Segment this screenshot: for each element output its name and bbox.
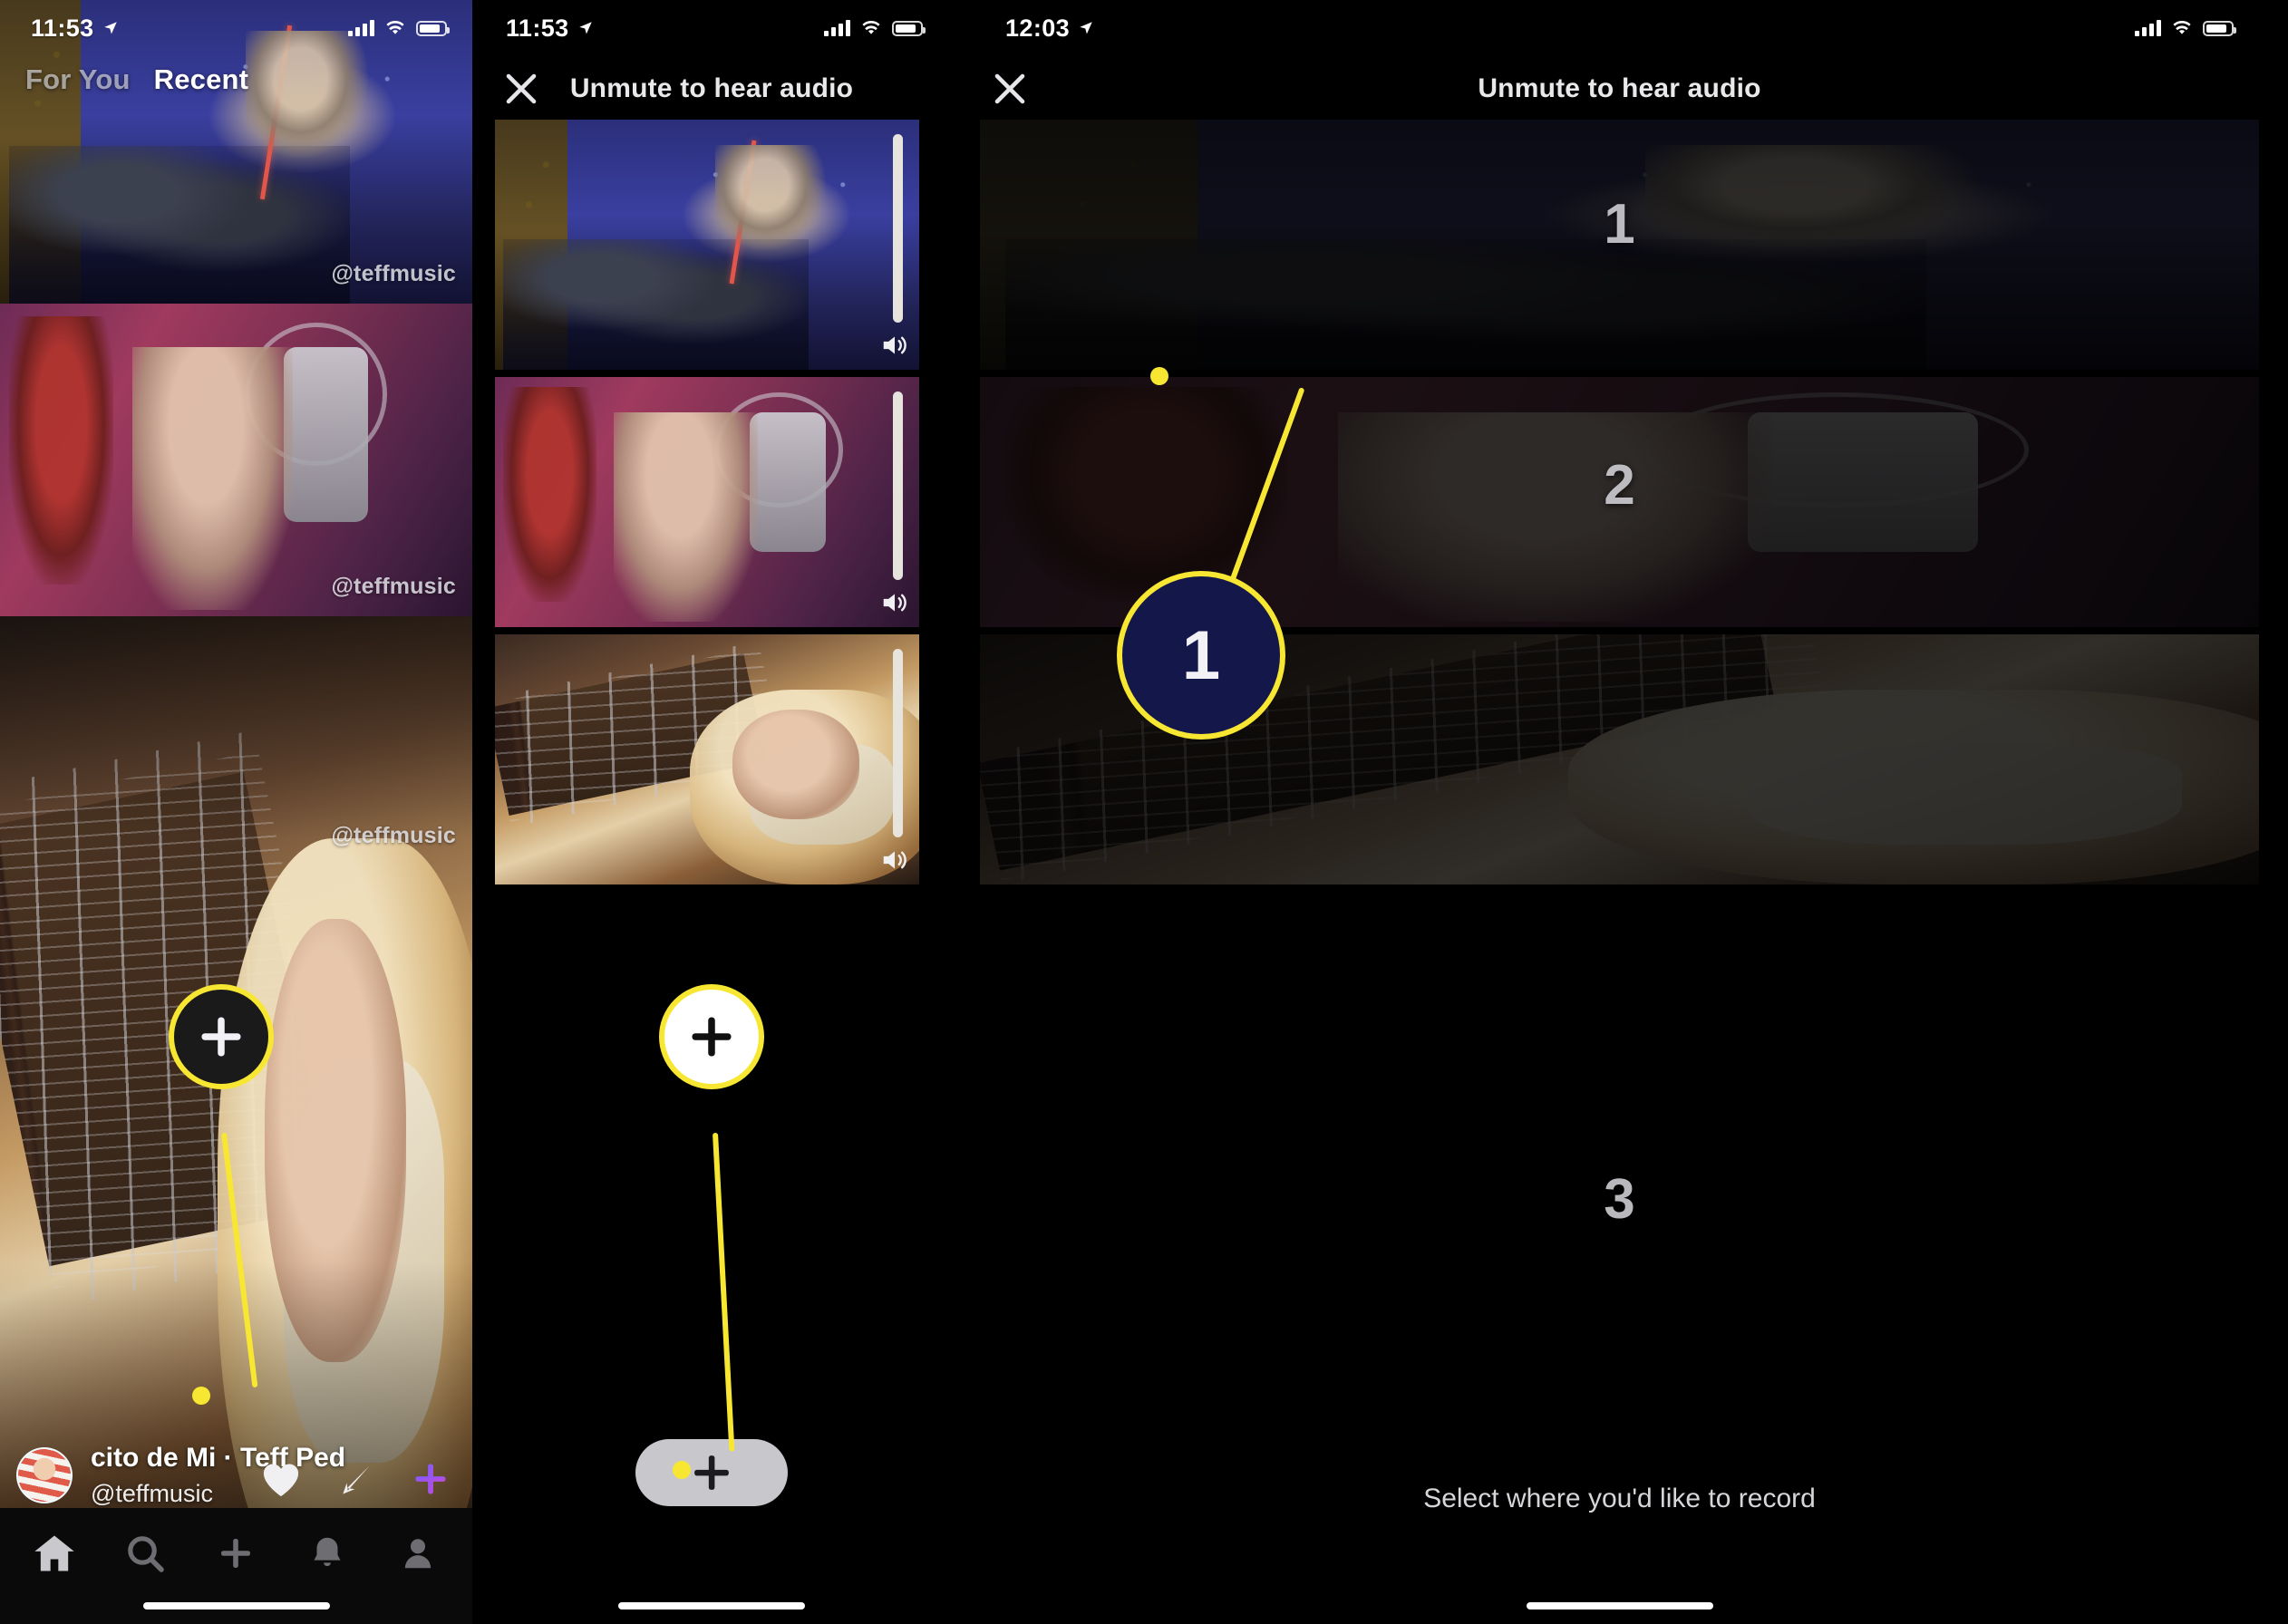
drumkit-decor <box>503 239 810 370</box>
tab-home[interactable] <box>26 1525 82 1581</box>
share-arrow-icon[interactable] <box>336 1459 376 1499</box>
cellular-signal-icon <box>348 20 374 36</box>
slot-3-number: 3 <box>1604 1168 1635 1231</box>
location-arrow-icon <box>1080 22 1092 34</box>
status-time: 11:53 <box>31 14 94 42</box>
callout-anchor-dot <box>192 1387 210 1405</box>
volume-slider[interactable] <box>893 134 903 323</box>
speaker-icon[interactable] <box>879 589 910 616</box>
drumkit-decor <box>1005 239 1927 370</box>
clip-drums[interactable] <box>495 120 919 370</box>
heart-icon[interactable] <box>260 1460 302 1498</box>
callout-anchor-dot <box>673 1461 691 1479</box>
status-indicators <box>348 20 450 36</box>
tab-profile[interactable] <box>390 1525 446 1581</box>
watermark: @teffmusic <box>331 261 456 286</box>
modal-header: Unmute to hear audio <box>951 56 2288 121</box>
feed-item-vocals[interactable]: @teffmusic <box>0 304 472 616</box>
close-icon[interactable] <box>502 70 540 108</box>
modal-header: Unmute to hear audio <box>475 56 948 121</box>
callout-circle-create <box>169 984 274 1089</box>
status-bar: 12:03 <box>951 0 2288 56</box>
slot-1-number: 1 <box>1604 193 1635 256</box>
plus-icon <box>201 1017 241 1057</box>
cellular-signal-icon <box>824 20 850 36</box>
plus-icon <box>221 1539 251 1568</box>
wifi-icon <box>862 20 880 34</box>
video-feed: @teffmusic @teffmusic @teffmusic <box>0 0 472 1624</box>
modal-title: Unmute to hear audio <box>569 73 854 103</box>
screenshot-root: @teffmusic @teffmusic @teffmusic For You… <box>0 0 2288 1624</box>
home-indicator <box>142 1602 330 1610</box>
clip-guitar[interactable] <box>495 634 919 884</box>
callout-circle-add-track <box>659 984 764 1089</box>
add-track-button[interactable] <box>635 1439 788 1506</box>
drumkit-decor <box>9 145 350 304</box>
watermark: @teffmusic <box>331 574 456 599</box>
tab-for-you[interactable]: For You <box>25 63 131 96</box>
status-indicators <box>824 20 926 36</box>
callout-anchor-dot <box>1150 367 1168 385</box>
search-icon <box>128 1536 165 1572</box>
feed-actions <box>260 1459 451 1499</box>
tab-create[interactable] <box>208 1525 264 1581</box>
status-time: 12:03 <box>1005 14 1071 42</box>
close-icon[interactable] <box>991 70 1029 108</box>
wifi-icon <box>386 20 404 34</box>
status-time-group: 12:03 <box>1005 14 1094 43</box>
clip-vocals[interactable] <box>495 377 919 627</box>
instruction-text: Select where you'd like to record <box>1423 1483 1816 1513</box>
location-arrow-icon <box>578 22 592 34</box>
plus-icon[interactable] <box>411 1459 451 1499</box>
volume-slider[interactable] <box>893 649 903 837</box>
status-time: 11:53 <box>506 14 569 42</box>
speaker-icon[interactable] <box>879 846 910 874</box>
panel-select-slot: 12:03 Unmute to hear audio 1 2 3 Select … <box>951 0 2288 1624</box>
person-icon <box>404 1539 431 1569</box>
callout-number: 1 <box>1181 616 1221 694</box>
home-indicator <box>618 1602 805 1610</box>
callout-circle-slot-1: 1 <box>1117 571 1285 740</box>
panel-feed: @teffmusic @teffmusic @teffmusic For You… <box>0 0 472 1624</box>
volume-slider[interactable] <box>893 392 903 580</box>
battery-icon <box>2203 20 2236 36</box>
panel-collab-picker: 11:53 Unmute to hear audio <box>475 0 948 1624</box>
plus-icon <box>692 1017 732 1057</box>
battery-icon <box>416 20 450 36</box>
plus-icon <box>694 1455 729 1490</box>
tab-recent[interactable]: Recent <box>154 63 249 96</box>
home-icon <box>34 1535 74 1571</box>
status-bar: 11:53 <box>0 0 472 56</box>
microphone-decor <box>749 411 827 553</box>
status-bar: 11:53 <box>475 0 948 56</box>
hand-decor <box>732 709 860 820</box>
wifi-icon <box>2173 20 2191 34</box>
slot-2-number: 2 <box>1604 454 1635 517</box>
status-time-group: 11:53 <box>506 14 594 43</box>
home-indicator <box>1526 1602 1713 1610</box>
cellular-signal-icon <box>2135 20 2161 36</box>
feed-tabs: For You Recent <box>0 63 472 96</box>
microphone-decor <box>283 347 369 523</box>
speaker-icon[interactable] <box>879 332 910 359</box>
status-time-group: 11:53 <box>31 14 119 43</box>
microphone-decor <box>1747 411 1978 553</box>
battery-icon <box>892 20 926 36</box>
tab-notifications[interactable] <box>299 1525 355 1581</box>
modal-title: Unmute to hear audio <box>1478 73 1761 103</box>
status-indicators <box>2135 20 2236 36</box>
clip-list <box>475 120 948 1624</box>
location-arrow-icon <box>103 22 117 34</box>
guitar-pickguard-decor <box>1747 744 2183 845</box>
bell-icon <box>314 1537 341 1567</box>
avatar[interactable] <box>16 1447 73 1503</box>
slot-list: 1 2 3 Select where you'd like to record <box>951 0 2288 1624</box>
tab-search[interactable] <box>117 1525 173 1581</box>
